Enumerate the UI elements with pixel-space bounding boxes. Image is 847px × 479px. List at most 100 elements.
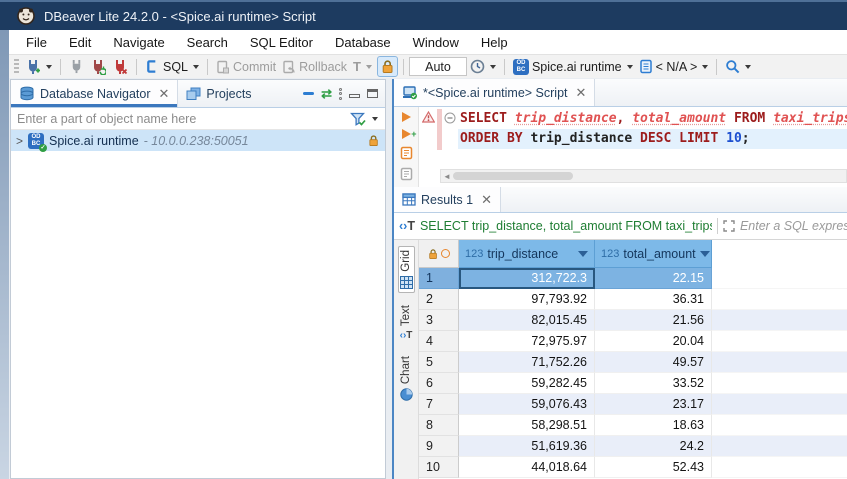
- link-editor-icon[interactable]: ⇄: [321, 87, 332, 100]
- execute-statement-button[interactable]: [402, 112, 411, 122]
- script-button[interactable]: [400, 167, 413, 181]
- grid-corner-cell[interactable]: [419, 240, 459, 268]
- menu-window[interactable]: Window: [402, 30, 470, 54]
- table-row[interactable]: 858,298.5118.63: [419, 415, 847, 436]
- menu-file[interactable]: File: [15, 30, 58, 54]
- connect-button[interactable]: [66, 57, 87, 77]
- value-cell[interactable]: 71,752.26: [459, 352, 595, 373]
- connection-tree-item[interactable]: > ODBC✓ Spice.ai runtime - 10.0.0.238:50…: [11, 130, 385, 151]
- database-selector[interactable]: < N/A >: [636, 57, 712, 77]
- table-row[interactable]: 382,015.4521.56: [419, 310, 847, 331]
- tab-projects[interactable]: Projects: [178, 80, 259, 107]
- value-cell[interactable]: 44,018.64: [459, 457, 595, 478]
- rollback-button[interactable]: Rollback: [279, 57, 350, 77]
- row-number-cell[interactable]: 8: [419, 415, 459, 436]
- row-number-cell[interactable]: 5: [419, 352, 459, 373]
- tab-chart-view[interactable]: Chart: [399, 353, 414, 404]
- menu-database[interactable]: Database: [324, 30, 402, 54]
- scrollbar-thumb[interactable]: [453, 172, 573, 180]
- tab-text-view[interactable]: Text ‹›T: [399, 302, 414, 344]
- table-row[interactable]: 759,076.4323.17: [419, 394, 847, 415]
- table-row[interactable]: 1312,722.322.15: [419, 268, 847, 289]
- expand-icon[interactable]: [723, 220, 735, 232]
- scroll-left-icon[interactable]: ◄: [441, 172, 453, 181]
- table-row[interactable]: 297,793.9236.31: [419, 289, 847, 310]
- search-button[interactable]: [722, 57, 754, 77]
- value-cell[interactable]: 312,722.3: [459, 268, 595, 289]
- connection-selector[interactable]: ODBC Spice.ai runtime: [510, 57, 636, 77]
- close-icon[interactable]: ✕: [576, 86, 587, 99]
- expression-filter-placeholder[interactable]: Enter a SQL expression to: [740, 219, 847, 233]
- value-cell[interactable]: 52.43: [595, 457, 712, 478]
- menu-edit[interactable]: Edit: [58, 30, 102, 54]
- transaction-mode-button[interactable]: T: [350, 57, 375, 77]
- maximize-view-button[interactable]: [367, 89, 378, 98]
- code-line[interactable]: SELECT trip_distance, total_amount FROM …: [458, 109, 847, 129]
- sql-editor-button[interactable]: SQL: [142, 57, 202, 77]
- tab-results-1[interactable]: Results 1 ✕: [394, 187, 501, 212]
- value-cell[interactable]: 18.63: [595, 415, 712, 436]
- code-line[interactable]: ORDER BY trip_distance DESC LIMIT 10;: [458, 129, 847, 149]
- column-header-total-amount[interactable]: 123 total_amount: [595, 240, 712, 268]
- transaction-log-button[interactable]: [467, 57, 499, 77]
- row-number-cell[interactable]: 1: [419, 268, 459, 289]
- table-row[interactable]: 951,619.3624.2: [419, 436, 847, 457]
- value-cell[interactable]: 49.57: [595, 352, 712, 373]
- close-icon[interactable]: ✕: [158, 87, 169, 100]
- row-number-cell[interactable]: 2: [419, 289, 459, 310]
- row-number-cell[interactable]: 7: [419, 394, 459, 415]
- minimize-view-button[interactable]: [349, 94, 360, 98]
- sort-filter-icon[interactable]: [578, 251, 588, 257]
- commit-mode-select[interactable]: Auto: [409, 57, 467, 76]
- object-filter-input[interactable]: [11, 112, 350, 126]
- value-cell[interactable]: 58,298.51: [459, 415, 595, 436]
- row-number-cell[interactable]: 9: [419, 436, 459, 457]
- value-cell[interactable]: 22.15: [595, 268, 712, 289]
- table-row[interactable]: 1044,018.6452.43: [419, 457, 847, 478]
- results-tab-bar: Results 1 ✕: [394, 187, 847, 213]
- execute-script-button[interactable]: [400, 146, 413, 160]
- value-cell[interactable]: 24.2: [595, 436, 712, 457]
- menu-help[interactable]: Help: [470, 30, 519, 54]
- new-connection-button[interactable]: [22, 57, 55, 77]
- value-cell[interactable]: 72,975.97: [459, 331, 595, 352]
- menu-sql-editor[interactable]: SQL Editor: [239, 30, 324, 54]
- value-cell[interactable]: 59,076.43: [459, 394, 595, 415]
- value-cell[interactable]: 97,793.92: [459, 289, 595, 310]
- chevron-right-icon[interactable]: >: [16, 134, 23, 148]
- row-number-cell[interactable]: 10: [419, 457, 459, 478]
- table-row[interactable]: 659,282.4533.52: [419, 373, 847, 394]
- menu-navigate[interactable]: Navigate: [102, 30, 175, 54]
- row-number-cell[interactable]: 3: [419, 310, 459, 331]
- value-cell[interactable]: 51,619.36: [459, 436, 595, 457]
- tab-grid-view[interactable]: Grid: [398, 246, 415, 293]
- column-header-trip-distance[interactable]: 123 trip_distance: [459, 240, 595, 268]
- autocommit-lock-toggle[interactable]: [377, 56, 398, 77]
- collapse-icon[interactable]: [444, 112, 456, 124]
- value-cell[interactable]: 21.56: [595, 310, 712, 331]
- view-menu-icon[interactable]: [339, 88, 342, 100]
- row-number-cell[interactable]: 4: [419, 331, 459, 352]
- value-cell[interactable]: 20.04: [595, 331, 712, 352]
- filter-settings[interactable]: [350, 112, 385, 126]
- editor-horizontal-scrollbar[interactable]: ◄: [440, 169, 847, 183]
- commit-button[interactable]: Commit: [213, 57, 279, 77]
- value-cell[interactable]: 59,282.45: [459, 373, 595, 394]
- execute-in-new-tab-button[interactable]: +: [402, 129, 411, 139]
- sort-filter-icon[interactable]: [700, 251, 710, 257]
- close-icon[interactable]: ✕: [481, 193, 492, 206]
- value-cell[interactable]: 23.17: [595, 394, 712, 415]
- table-row[interactable]: 472,975.9720.04: [419, 331, 847, 352]
- disconnect-button[interactable]: [109, 57, 131, 77]
- table-row[interactable]: 571,752.2649.57: [419, 352, 847, 373]
- value-cell[interactable]: 33.52: [595, 373, 712, 394]
- row-number-cell[interactable]: 6: [419, 373, 459, 394]
- tab-database-navigator[interactable]: Database Navigator ✕: [11, 80, 178, 107]
- collapse-all-icon[interactable]: [303, 92, 314, 95]
- value-cell[interactable]: 36.31: [595, 289, 712, 310]
- tab-sql-script[interactable]: *<Spice.ai runtime> Script ✕: [394, 79, 595, 106]
- reconnect-button[interactable]: [87, 57, 109, 77]
- toolbar-drag-handle[interactable]: [14, 59, 19, 75]
- menu-search[interactable]: Search: [176, 30, 239, 54]
- value-cell[interactable]: 82,015.45: [459, 310, 595, 331]
